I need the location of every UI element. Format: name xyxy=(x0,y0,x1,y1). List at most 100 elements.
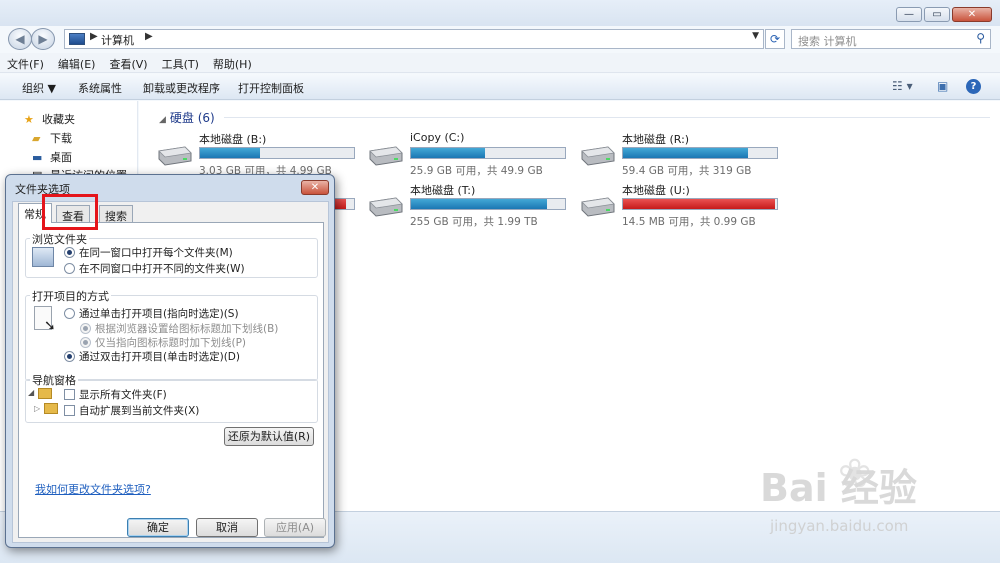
browse-folders-group: 浏览文件夹 在同一窗口中打开每个文件夹(M) 在不同窗口中打开不同的文件夹(W) xyxy=(25,231,318,278)
breadcrumb-arrow-icon[interactable]: ▶ xyxy=(90,31,98,42)
drive-tile[interactable]: 本地磁盘 (U:) 14.5 MB 可用，共 0.99 GB xyxy=(578,182,778,230)
close-button[interactable]: ✕ xyxy=(952,7,992,22)
search-placeholder: 搜索 计算机 xyxy=(798,35,857,48)
open-control-panel-button[interactable]: 打开控制面板 xyxy=(238,80,304,96)
nav-item-favorites[interactable]: ★ 收藏夹 xyxy=(24,111,75,127)
chevron-down-icon[interactable]: ▼ xyxy=(752,31,759,41)
option-label: 通过单击打开项目(指向时选定)(S) xyxy=(79,308,239,320)
drive-usage-fill xyxy=(411,148,485,158)
checkbox-show-all-folders[interactable]: 显示所有文件夹(F) xyxy=(64,387,167,402)
drive-size-text: 14.5 MB 可用，共 0.99 GB xyxy=(622,216,756,228)
refresh-button[interactable]: ⟳ xyxy=(765,29,785,49)
drive-tile[interactable]: iCopy (C:) 25.9 GB 可用，共 49.9 GB xyxy=(366,131,566,179)
title-bar: — ▭ ✕ xyxy=(0,0,1000,26)
cursor-icon: ➘ xyxy=(44,318,56,334)
radio-button[interactable] xyxy=(80,323,91,334)
search-input[interactable]: 搜索 计算机 ⚲ xyxy=(791,29,991,49)
organize-button[interactable]: 组织 ▼ xyxy=(22,80,56,96)
breadcrumb-arrow-icon[interactable]: ▶ xyxy=(145,31,153,42)
checkbox[interactable] xyxy=(64,405,75,416)
highlight-box xyxy=(42,194,98,230)
option-label: 在同一窗口中打开每个文件夹(M) xyxy=(79,247,233,259)
drive-size-text: 25.9 GB 可用，共 49.9 GB xyxy=(410,165,543,177)
section-header-hard-disks[interactable]: ◢ 硬盘 (6) xyxy=(159,109,215,126)
tab-search[interactable]: 搜索 xyxy=(99,205,133,223)
folder-icon xyxy=(38,388,52,399)
option-label: 自动扩展到当前文件夹(X) xyxy=(79,405,200,417)
radio-underline-point[interactable]: 仅当指向图标标题时加下划线(P) xyxy=(80,335,246,350)
folder-icon xyxy=(44,403,58,414)
drive-name: iCopy (C:) xyxy=(410,131,465,144)
breadcrumb-computer[interactable]: 计算机 xyxy=(101,32,134,48)
drive-size-text: 59.4 GB 可用，共 319 GB xyxy=(622,165,752,177)
option-label: 显示所有文件夹(F) xyxy=(79,389,167,401)
forward-button[interactable]: ▶ xyxy=(31,28,55,50)
menu-help[interactable]: 帮助(H) xyxy=(206,53,259,72)
forward-arrow-icon: ▶ xyxy=(38,32,48,46)
checkbox-auto-expand[interactable]: 自动扩展到当前文件夹(X) xyxy=(64,403,199,418)
nav-label: 收藏夹 xyxy=(42,113,75,126)
folder-window-icon xyxy=(32,247,54,267)
drive-usage-fill xyxy=(623,199,776,209)
radio-single-click[interactable]: 通过单击打开项目(指向时选定)(S) xyxy=(64,306,239,321)
radio-button[interactable] xyxy=(80,337,91,348)
address-bar[interactable]: ▶ 计算机 ▶ ▼ xyxy=(64,29,764,49)
maximize-button[interactable]: ▭ xyxy=(924,7,950,22)
minimize-button[interactable]: — xyxy=(896,7,922,22)
drive-tile[interactable]: 本地磁盘 (T:) 255 GB 可用，共 1.99 TB xyxy=(366,182,566,230)
help-link[interactable]: 我如何更改文件夹选项? xyxy=(35,481,151,497)
restore-defaults-button[interactable]: 还原为默认值(R) xyxy=(224,427,314,446)
group-label: 打开项目的方式 xyxy=(30,288,111,304)
radio-double-click[interactable]: 通过双击打开项目(单击时选定)(D) xyxy=(64,349,240,364)
general-tab-panel: 浏览文件夹 在同一窗口中打开每个文件夹(M) 在不同窗口中打开不同的文件夹(W)… xyxy=(18,222,324,538)
menu-edit[interactable]: 编辑(E) xyxy=(51,53,103,72)
uninstall-program-button[interactable]: 卸载或更改程序 xyxy=(143,80,220,96)
option-label: 在不同窗口中打开不同的文件夹(W) xyxy=(79,263,245,275)
menu-tools[interactable]: 工具(T) xyxy=(155,53,206,72)
menu-bar: 文件(F) 编辑(E) 查看(V) 工具(T) 帮助(H) xyxy=(0,53,1000,73)
folder-icon: ▰ xyxy=(32,132,41,145)
drive-name: 本地磁盘 (T:) xyxy=(410,184,476,197)
preview-pane-icon[interactable]: ▣ xyxy=(937,79,948,93)
menu-file[interactable]: 文件(F) xyxy=(0,53,51,72)
search-icon[interactable]: ⚲ xyxy=(976,31,985,45)
navigation-pane-group: 导航窗格 ◢ ▷ 显示所有文件夹(F) 自动扩展到当前文件夹(X) xyxy=(25,372,318,423)
drive-usage-bar xyxy=(410,147,566,159)
drive-name: 本地磁盘 (R:) xyxy=(622,133,690,146)
checkbox[interactable] xyxy=(64,389,75,400)
expand-triangle-icon: ◢ xyxy=(28,388,35,397)
radio-underline-browser[interactable]: 根据浏览器设置给图标标题加下划线(B) xyxy=(80,321,278,336)
radio-button[interactable] xyxy=(64,263,75,274)
menu-view[interactable]: 查看(V) xyxy=(102,53,154,72)
ok-button[interactable]: 确定 xyxy=(127,518,189,537)
desktop-icon: ▬ xyxy=(32,151,43,164)
nav-item-desktop[interactable]: ▬ 桌面 xyxy=(32,149,72,165)
nav-item-downloads[interactable]: ▰ 下载 xyxy=(32,130,72,146)
drive-tile[interactable]: 本地磁盘 (B:) 3.03 GB 可用，共 4.99 GB xyxy=(155,131,355,179)
option-label: 仅当指向图标标题时加下划线(P) xyxy=(95,337,247,349)
help-icon[interactable]: ? xyxy=(966,79,981,94)
radio-button[interactable] xyxy=(64,247,75,258)
collapse-triangle-icon: ▷ xyxy=(34,404,41,413)
radio-button[interactable] xyxy=(64,308,75,319)
hard-drive-icon xyxy=(581,146,615,166)
radio-new-window[interactable]: 在不同窗口中打开不同的文件夹(W) xyxy=(64,261,245,276)
cancel-button[interactable]: 取消 xyxy=(196,518,258,537)
drive-usage-bar xyxy=(622,198,778,210)
folder-options-dialog: 文件夹选项 ✕ 常规 查看 搜索 浏览文件夹 在同一窗口中打开每个文件夹(M) … xyxy=(5,174,335,548)
nav-label: 桌面 xyxy=(50,151,72,164)
group-label: 导航窗格 xyxy=(30,372,78,388)
drive-size-text: 255 GB 可用，共 1.99 TB xyxy=(410,216,538,228)
drive-usage-bar xyxy=(622,147,778,159)
drive-usage-bar xyxy=(199,147,355,159)
apply-button[interactable]: 应用(A) xyxy=(264,518,326,537)
dialog-close-button[interactable]: ✕ xyxy=(301,180,329,195)
drive-tile[interactable]: 本地磁盘 (R:) 59.4 GB 可用，共 319 GB xyxy=(578,131,778,179)
view-options-icon[interactable]: ☷ ▾ xyxy=(892,79,913,93)
radio-same-window[interactable]: 在同一窗口中打开每个文件夹(M) xyxy=(64,245,233,260)
radio-button[interactable] xyxy=(64,351,75,362)
dialog-body: 常规 查看 搜索 浏览文件夹 在同一窗口中打开每个文件夹(M) 在不同窗口中打开… xyxy=(12,201,329,543)
collapse-triangle-icon[interactable]: ◢ xyxy=(159,115,166,125)
system-properties-button[interactable]: 系统属性 xyxy=(78,80,122,96)
back-button[interactable]: ◀ xyxy=(8,28,32,50)
